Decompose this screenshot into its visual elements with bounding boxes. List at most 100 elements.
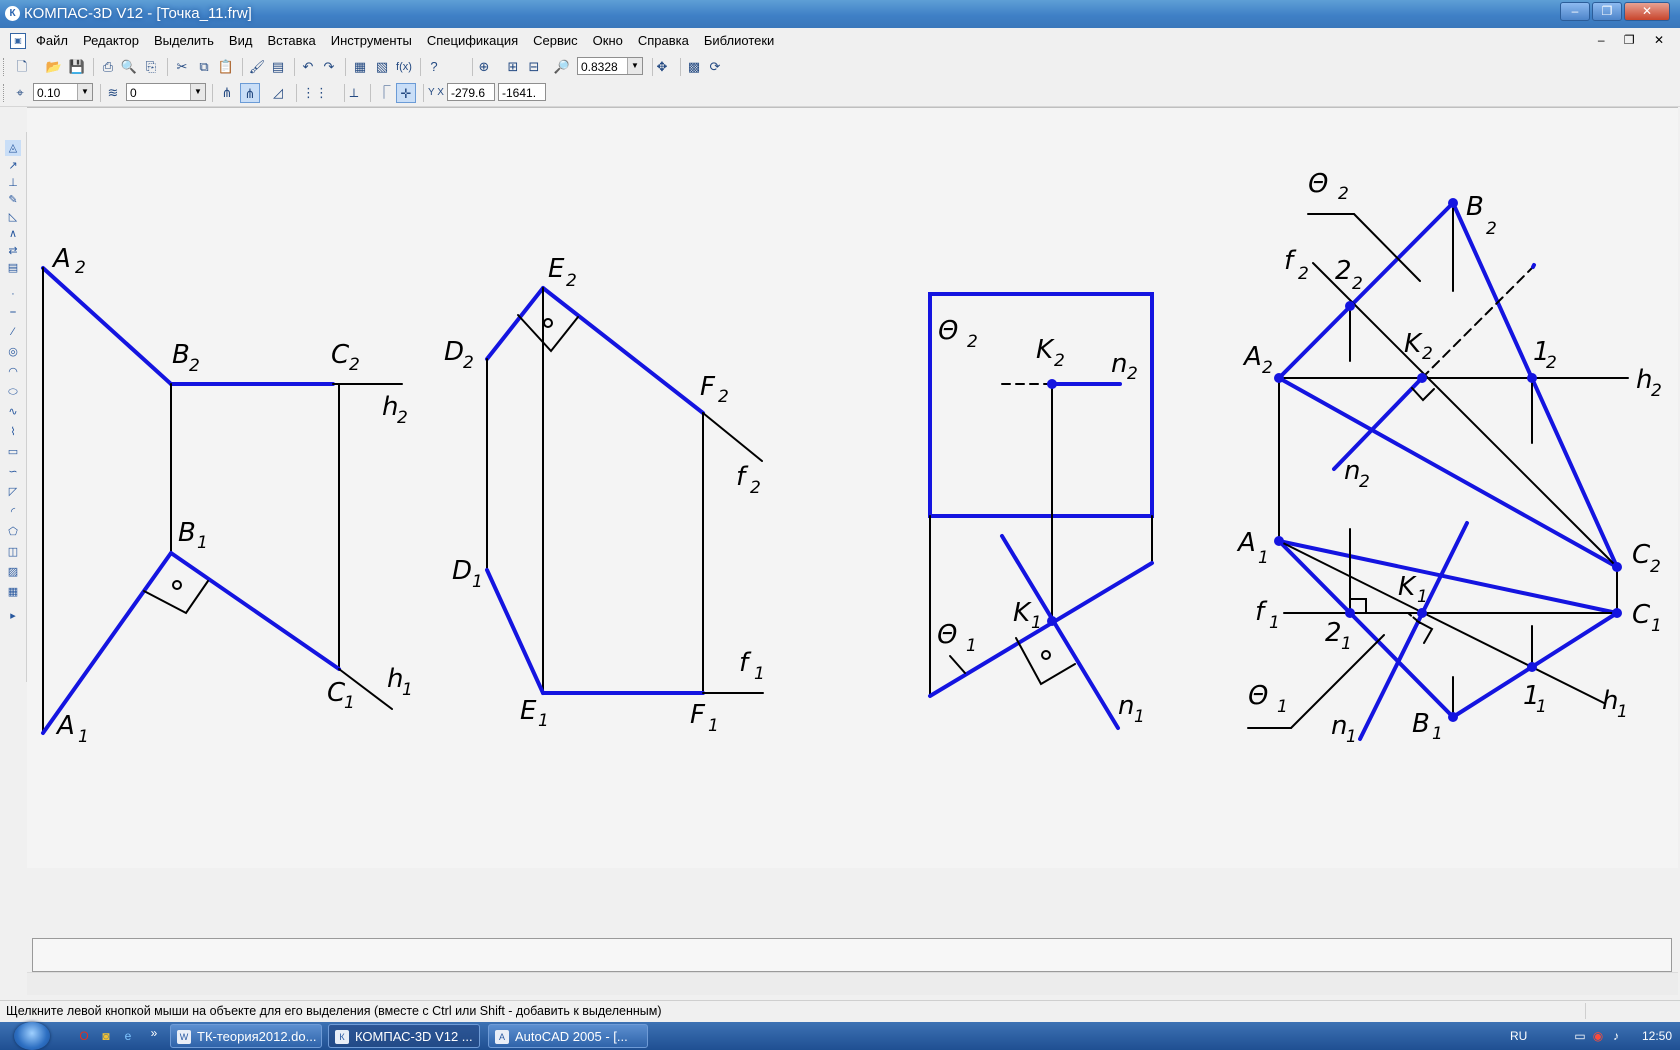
bezier-icon[interactable]: ∽ <box>5 464 21 480</box>
step-field[interactable]: 0.10 ▼ <box>33 83 93 101</box>
snap-magnet-icon[interactable]: ⋔ <box>217 83 237 103</box>
polygon-icon[interactable]: ⬠ <box>5 524 21 540</box>
taskbar-item-kompas[interactable]: К КОМПАС-3D V12 ... <box>328 1024 480 1048</box>
property-panel[interactable] <box>32 938 1672 972</box>
document-menu-icon[interactable]: ▣ <box>10 33 26 49</box>
arc-icon[interactable]: ◠ <box>5 364 21 380</box>
zoom-scale-icon[interactable]: 🔎 <box>552 57 572 77</box>
ortho-icon[interactable]: ⎾ <box>374 83 394 103</box>
grid-icon[interactable]: ⋮⋮ <box>302 83 328 103</box>
paste-icon[interactable]: 📋 <box>216 57 236 77</box>
layers-icon[interactable]: ▧ <box>372 57 392 77</box>
taskbar-item-word[interactable]: W ТК-теория2012.do... <box>170 1024 322 1048</box>
menu-help[interactable]: Справка <box>638 33 689 48</box>
menu-tools[interactable]: Инструменты <box>331 33 412 48</box>
geometry-panel-icon[interactable]: ◬ <box>5 140 21 156</box>
menu-specification[interactable]: Спецификация <box>427 33 518 48</box>
step-cursor-icon[interactable]: ⌖ <box>10 83 30 103</box>
mdi-window-controls[interactable]: ‒ ❐ ✕ <box>1598 33 1672 47</box>
print-options-icon[interactable]: ⎘ <box>141 57 161 77</box>
taskbar-item-autocad[interactable]: A AutoCAD 2005 - [... <box>488 1024 648 1048</box>
chevron-down-icon[interactable]: ▼ <box>77 84 92 100</box>
menu-select[interactable]: Выделить <box>154 33 214 48</box>
collapse-icon[interactable]: ▸ <box>5 608 21 624</box>
technical-drawing[interactable]: A 2 B 2 C 2 h 2 B 1 C 1 h 1 A 1 E 2 D 2 … <box>27 108 1678 868</box>
print-icon[interactable]: ⎙ <box>98 57 118 77</box>
zoom-box-icon[interactable]: ⊕ <box>474 57 494 77</box>
segment-icon[interactable]: ⁄ <box>5 324 21 340</box>
layer-icon[interactable]: ≋ <box>103 83 123 103</box>
edit-panel-icon[interactable]: ✎ <box>5 192 21 208</box>
designations-panel-icon[interactable]: ⊥ <box>5 175 21 191</box>
list-icon[interactable]: ▤ <box>268 57 288 77</box>
contour-icon[interactable]: ◫ <box>5 544 21 560</box>
circle-icon[interactable]: ◎ <box>5 344 21 360</box>
variables-icon[interactable]: f(x) <box>394 57 414 77</box>
drawing-canvas[interactable]: A 2 B 2 C 2 h 2 B 1 C 1 h 1 A 1 E 2 D 2 … <box>27 107 1678 868</box>
app-launcher-icon[interactable]: ◙ <box>98 1028 114 1044</box>
more-icon[interactable]: » <box>146 1025 162 1041</box>
close-button[interactable]: ✕ <box>1624 2 1670 21</box>
new-document-icon[interactable]: 🗋 <box>12 57 32 77</box>
pan-icon[interactable]: ✥ <box>652 57 672 77</box>
toolbar-grip[interactable] <box>3 84 7 102</box>
clock[interactable]: 12:50 <box>1642 1029 1672 1043</box>
redo-icon[interactable]: ↷ <box>319 57 339 77</box>
fillet-icon[interactable]: ◜ <box>5 504 21 520</box>
hatch-icon[interactable]: ▨ <box>5 564 21 580</box>
chevron-down-icon[interactable]: ▼ <box>627 58 642 74</box>
menu-service[interactable]: Сервис <box>533 33 578 48</box>
ellipse-icon[interactable]: ⬭ <box>5 384 21 400</box>
undo-icon[interactable]: ↶ <box>298 57 318 77</box>
local-snap-icon[interactable]: ⋔ <box>240 83 260 103</box>
opera-icon[interactable]: O <box>76 1028 92 1044</box>
measure-panel-icon[interactable]: ∧ <box>5 226 21 242</box>
print-preview-icon[interactable]: 🔍 <box>119 57 139 77</box>
equidistant-icon[interactable]: ▦ <box>5 584 21 600</box>
zoom-in-icon[interactable]: ⊞ <box>503 57 523 77</box>
rectangle-icon[interactable]: ▭ <box>5 444 21 460</box>
chevron-down-icon[interactable]: ▼ <box>190 84 205 100</box>
parametric-icon[interactable]: ✛ <box>396 83 416 103</box>
auxiliary-line-icon[interactable]: ⎯ <box>5 304 21 320</box>
spec-panel-icon[interactable]: ▤ <box>5 260 21 276</box>
language-indicator[interactable]: RU <box>1510 1029 1527 1043</box>
refresh-icon[interactable]: ⟳ <box>705 57 725 77</box>
coord-y-field[interactable]: -1641. <box>498 83 546 101</box>
parametrization-panel-icon[interactable]: ◺ <box>5 209 21 225</box>
manager-icon[interactable]: ▦ <box>350 57 370 77</box>
ie-icon[interactable]: e <box>120 1028 136 1044</box>
snap-settings-icon[interactable]: ◿ <box>268 83 288 103</box>
coord-x-field[interactable]: -279.6 <box>447 83 495 101</box>
antivirus-icon[interactable]: ◉ <box>1590 1028 1606 1044</box>
save-icon[interactable]: 💾 <box>67 57 87 77</box>
toolbar-grip[interactable] <box>3 58 7 76</box>
redraw-icon[interactable]: ▩ <box>684 57 704 77</box>
chamfer-icon[interactable]: ◸ <box>5 484 21 500</box>
cut-icon[interactable]: ✂ <box>172 57 192 77</box>
point-icon[interactable]: · <box>5 286 21 302</box>
layer-field[interactable]: 0 ▼ <box>126 83 206 101</box>
open-icon[interactable]: 📂 <box>44 57 64 77</box>
menu-libraries[interactable]: Библиотеки <box>704 33 774 48</box>
help-icon[interactable]: ? <box>424 57 444 77</box>
polyline-icon[interactable]: ⌇ <box>5 424 21 440</box>
maximize-button[interactable]: ❐ <box>1592 2 1622 21</box>
select-panel-icon[interactable]: ⇄ <box>5 243 21 259</box>
dimensions-panel-icon[interactable]: ↗ <box>5 158 21 174</box>
network-icon[interactable]: ▭ <box>1572 1028 1588 1044</box>
menu-editor[interactable]: Редактор <box>83 33 139 48</box>
local-cs-icon[interactable]: ⟂ <box>344 83 364 103</box>
kompas-app-icon[interactable]: К <box>5 6 20 21</box>
properties-brush-icon[interactable]: 🖌 <box>247 57 267 77</box>
menu-view[interactable]: Вид <box>229 33 253 48</box>
menu-window[interactable]: Окно <box>593 33 623 48</box>
menu-file[interactable]: Файл <box>36 33 68 48</box>
zoom-out-icon[interactable]: ⊟ <box>524 57 544 77</box>
zoom-value-field[interactable]: 0.8328 ▼ <box>577 57 643 75</box>
menu-insert[interactable]: Вставка <box>267 33 315 48</box>
copy-icon[interactable]: ⧉ <box>194 57 214 77</box>
spline-icon[interactable]: ∿ <box>5 404 21 420</box>
start-button[interactable] <box>14 1022 50 1050</box>
minimize-button[interactable]: ‒ <box>1560 2 1590 21</box>
